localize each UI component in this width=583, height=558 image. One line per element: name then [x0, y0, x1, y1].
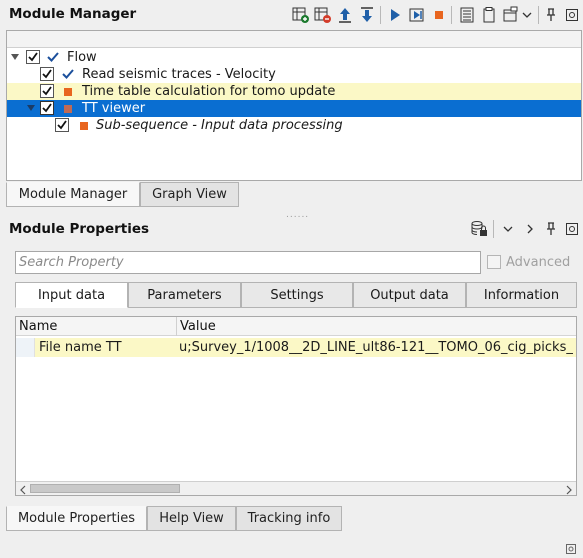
- tree-header: [7, 31, 581, 48]
- scroll-right-icon[interactable]: [565, 484, 573, 499]
- tree-item-label: Sub-sequence - Input data processing: [96, 118, 343, 133]
- pending-status-icon: [80, 122, 88, 130]
- module-properties-title: Module Properties: [9, 221, 150, 237]
- window-icon[interactable]: [502, 6, 520, 24]
- splitter-handle[interactable]: ......: [286, 210, 309, 220]
- toolbar-separator: [493, 220, 494, 238]
- scrollbar-thumb[interactable]: [30, 484, 180, 493]
- module-manager-title: Module Manager: [9, 6, 137, 22]
- expand-arrow-icon[interactable]: [27, 105, 35, 111]
- tree-item-label: Time table calculation for tomo update: [82, 84, 336, 99]
- flow-checkbox[interactable]: [26, 50, 40, 64]
- tt-viewer-checkbox[interactable]: [40, 101, 54, 115]
- property-value[interactable]: u;Survey_1/1008__2D_LINE_ult86-121__TOMO…: [179, 338, 576, 357]
- tree-item-time-table[interactable]: Time table calculation for tomo update: [7, 83, 581, 100]
- float-icon[interactable]: [563, 6, 581, 24]
- tree-item-read-seismic[interactable]: Read seismic traces - Velocity: [7, 66, 581, 83]
- tab-input-data[interactable]: Input data: [15, 282, 128, 308]
- row-indicator: [16, 338, 35, 357]
- move-down-icon[interactable]: [358, 6, 376, 24]
- tab-module-properties[interactable]: Module Properties: [6, 506, 147, 531]
- toolbar-separator: [538, 6, 539, 24]
- pin-icon[interactable]: [542, 220, 560, 238]
- stop-icon[interactable]: [430, 6, 448, 24]
- float-icon[interactable]: [563, 220, 581, 238]
- database-lock-icon[interactable]: [470, 220, 488, 238]
- tree-item-sub-sequence[interactable]: Sub-sequence - Input data processing: [7, 117, 581, 134]
- chevron-down-icon[interactable]: [521, 6, 533, 24]
- toolbar-separator: [380, 6, 381, 24]
- scroll-left-icon[interactable]: [19, 484, 27, 499]
- expand-arrow-icon[interactable]: [11, 54, 19, 60]
- tab-output-data[interactable]: Output data: [353, 282, 466, 308]
- tab-settings[interactable]: Settings: [241, 282, 353, 308]
- tab-information[interactable]: Information: [466, 282, 577, 308]
- table-row[interactable]: File name TT u;Survey_1/1008__2D_LINE_ul…: [16, 338, 576, 357]
- tree-item-flow[interactable]: Flow: [7, 49, 581, 66]
- advanced-label: Advanced: [506, 255, 571, 270]
- clipboard-icon[interactable]: [480, 6, 498, 24]
- horizontal-scrollbar[interactable]: [16, 481, 576, 495]
- time-table-checkbox[interactable]: [40, 84, 54, 98]
- add-module-icon[interactable]: [292, 6, 310, 24]
- tab-tracking-info[interactable]: Tracking info: [236, 506, 342, 531]
- check-status-icon: [47, 51, 59, 67]
- tab-parameters[interactable]: Parameters: [128, 282, 241, 308]
- tab-help-view[interactable]: Help View: [147, 506, 236, 531]
- tab-module-manager[interactable]: Module Manager: [6, 182, 140, 207]
- tree-item-label: TT viewer: [82, 101, 146, 116]
- column-header-value[interactable]: Value: [177, 317, 216, 336]
- read-seismic-checkbox[interactable]: [40, 67, 54, 81]
- column-header-name[interactable]: Name: [16, 317, 176, 336]
- tree-item-label: Flow: [67, 50, 97, 65]
- pending-status-icon: [64, 88, 72, 96]
- chevron-right-icon[interactable]: [521, 220, 539, 238]
- list-icon[interactable]: [458, 6, 476, 24]
- check-status-icon: [62, 68, 74, 84]
- pending-status-icon: [64, 105, 72, 113]
- properties-table[interactable]: Name Value File name TT u;Survey_1/1008_…: [15, 316, 577, 496]
- pin-icon[interactable]: [542, 6, 560, 24]
- search-property-input[interactable]: Search Property: [15, 251, 481, 274]
- run-icon[interactable]: [386, 6, 404, 24]
- advanced-checkbox[interactable]: [487, 255, 501, 269]
- tab-graph-view[interactable]: Graph View: [140, 182, 239, 207]
- run-step-icon[interactable]: [408, 6, 426, 24]
- tree-item-tt-viewer[interactable]: TT viewer: [7, 100, 581, 117]
- float-icon[interactable]: [566, 543, 576, 554]
- flow-tree[interactable]: Flow Read seismic traces - Velocity Time…: [6, 30, 582, 181]
- remove-module-icon[interactable]: [314, 6, 332, 24]
- tree-item-label: Read seismic traces - Velocity: [82, 67, 276, 82]
- sub-sequence-checkbox[interactable]: [55, 118, 69, 132]
- property-name: File name TT: [39, 340, 122, 355]
- move-up-icon[interactable]: [336, 6, 354, 24]
- chevron-down-icon[interactable]: [499, 220, 517, 238]
- toolbar-separator: [451, 6, 452, 24]
